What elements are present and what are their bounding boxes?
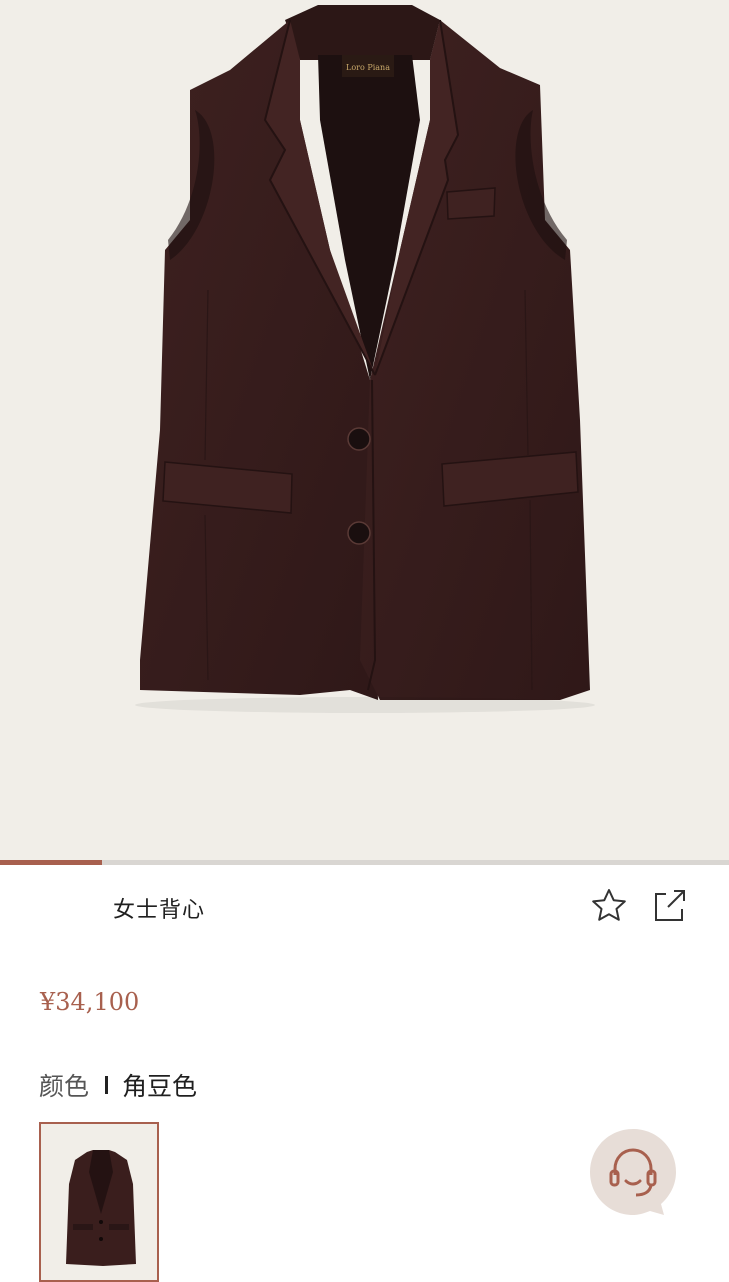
share-icon <box>655 890 685 921</box>
favorite-button[interactable] <box>589 886 629 926</box>
color-swatch-selected[interactable] <box>39 1122 159 1282</box>
customer-service-button[interactable] <box>588 1127 678 1217</box>
gallery-progress-fill <box>0 860 103 865</box>
product-title: 女士背心 <box>113 898 206 923</box>
star-icon <box>592 889 626 921</box>
swatch-vest-thumbnail <box>66 1150 136 1266</box>
color-divider <box>105 1076 109 1094</box>
headset-icon <box>590 1129 676 1215</box>
product-price: ¥34,100 <box>40 988 140 1016</box>
svg-text:Loro Piana: Loro Piana <box>346 63 390 72</box>
gallery-progress <box>0 860 729 865</box>
color-label: 颜色 <box>39 1072 90 1101</box>
vest-illustration: Loro Piana <box>135 5 595 713</box>
product-image[interactable]: Loro Piana <box>0 0 729 860</box>
share-button[interactable] <box>649 886 689 926</box>
color-value: 角豆色 <box>122 1072 198 1101</box>
color-selector-row: 颜色 角豆色 <box>39 1067 197 1103</box>
